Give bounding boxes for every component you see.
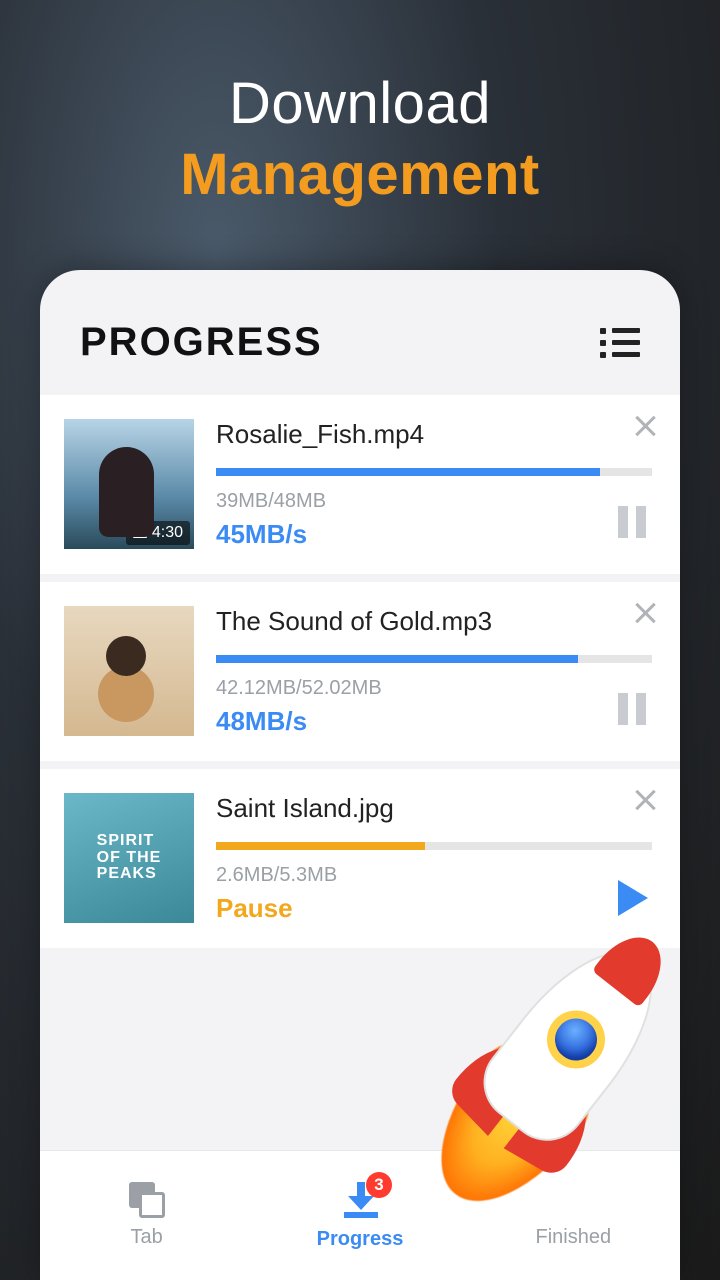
- video-duration-badge: 4:30: [126, 521, 190, 545]
- speed-text: 45MB/s: [216, 519, 652, 550]
- finished-icon: [555, 1182, 591, 1218]
- nav-label: Progress: [317, 1228, 404, 1251]
- pause-button[interactable]: [618, 693, 652, 727]
- file-name: Rosalie_Fish.mp4: [216, 419, 652, 450]
- pause-icon: [618, 506, 652, 538]
- progress-fill: [216, 842, 425, 850]
- progress-bar[interactable]: [216, 842, 652, 850]
- download-item[interactable]: 4:30 Rosalie_Fish.mp4 39MB/48MB 45MB/s: [40, 395, 680, 574]
- screen-header: PROGRESS: [40, 270, 680, 395]
- close-icon[interactable]: [632, 787, 658, 813]
- file-name: Saint Island.jpg: [216, 793, 652, 824]
- size-text: 2.6MB/5.3MB: [216, 864, 652, 887]
- progress-bar[interactable]: [216, 468, 652, 476]
- size-text: 42.12MB/52.02MB: [216, 677, 652, 700]
- nav-tab[interactable]: Tab: [40, 1151, 253, 1280]
- pause-button[interactable]: [618, 506, 652, 540]
- thumbnail-caption: SPIRITOF THEPEAKS: [97, 833, 162, 883]
- size-text: 39MB/48MB: [216, 490, 652, 513]
- close-icon[interactable]: [632, 600, 658, 626]
- page-title: PROGRESS: [80, 320, 323, 365]
- close-icon[interactable]: [632, 413, 658, 439]
- badge-count: 3: [366, 1172, 392, 1198]
- download-list: 4:30 Rosalie_Fish.mp4 39MB/48MB 45MB/s T…: [40, 395, 680, 956]
- progress-fill: [216, 468, 600, 476]
- app-screen: PROGRESS 4:30 Rosalie_Fish.mp4 39MB/48MB: [40, 270, 680, 1280]
- pause-icon: [618, 693, 652, 725]
- thumbnail: 4:30: [64, 419, 194, 549]
- download-item[interactable]: SPIRITOF THEPEAKS Saint Island.jpg 2.6MB…: [40, 769, 680, 948]
- progress-bar[interactable]: [216, 655, 652, 663]
- nav-label: Finished: [536, 1226, 612, 1249]
- tabs-icon: [129, 1182, 165, 1218]
- duration-text: 4:30: [152, 524, 183, 542]
- hero-line-1: Download: [0, 70, 720, 137]
- progress-fill: [216, 655, 578, 663]
- hero-line-2: Management: [0, 141, 720, 208]
- promo-heading: Download Management: [0, 0, 720, 248]
- resume-button[interactable]: [618, 880, 652, 914]
- download-icon: 3: [340, 1180, 380, 1220]
- bottom-nav: Tab 3 Progress Finished: [40, 1150, 680, 1280]
- speed-text: 48MB/s: [216, 706, 652, 737]
- nav-label: Tab: [131, 1226, 163, 1249]
- list-view-toggle-icon[interactable]: [600, 328, 640, 358]
- thumbnail: SPIRITOF THEPEAKS: [64, 793, 194, 923]
- nav-finished[interactable]: Finished: [467, 1151, 680, 1280]
- download-item[interactable]: The Sound of Gold.mp3 42.12MB/52.02MB 48…: [40, 582, 680, 761]
- play-icon: [618, 880, 648, 916]
- status-text: Pause: [216, 893, 652, 924]
- nav-progress[interactable]: 3 Progress: [253, 1151, 466, 1280]
- thumbnail: [64, 606, 194, 736]
- video-camera-icon: [133, 529, 147, 538]
- file-name: The Sound of Gold.mp3: [216, 606, 652, 637]
